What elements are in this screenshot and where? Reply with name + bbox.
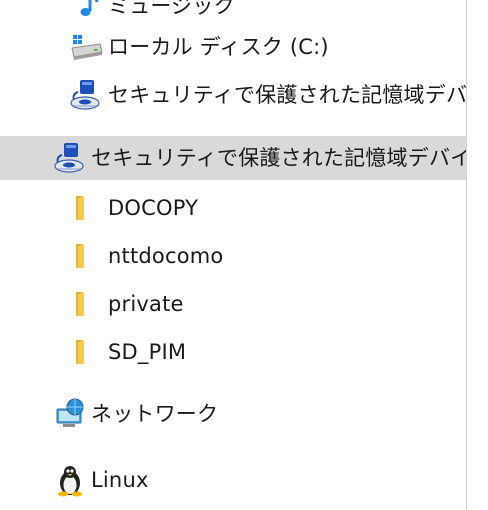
nav-item-secure-storage-selected[interactable]: セキュリティで保護された記憶域デバイス [0,136,466,180]
nav-item-label: Linux [91,468,149,492]
secure-storage-icon [68,78,102,112]
nav-item-label: ネットワーク [91,402,219,426]
nav-item-music[interactable]: ミュージック [0,0,466,28]
nav-item-label: セキュリティで保護された記憶域デバイス [91,146,466,170]
pane-divider [466,0,467,510]
nav-item-folder-sd-pim[interactable]: SD_PIM [0,330,466,374]
nav-item-local-disk[interactable]: ローカル ディスク (C:) [0,25,466,69]
nav-item-network[interactable]: ネットワーク [0,392,466,436]
folder-icon [68,191,102,225]
nav-item-label: セキュリティで保護された記憶域デバイス [108,83,466,107]
drive-icon [70,30,104,64]
nav-item-label: DOCOPY [108,196,199,220]
folder-icon [68,335,102,369]
nav-item-secure-storage[interactable]: セキュリティで保護された記憶域デバイス [0,73,466,117]
music-icon [70,0,104,23]
nav-item-label: ミュージック [108,0,235,18]
navigation-pane: ミュージック ローカル ディスク (C:) セキュリティで保護された記憶域デバ … [0,0,488,510]
nav-item-folder-private[interactable]: private [0,282,466,326]
linux-icon [53,463,87,497]
folder-icon [68,287,102,321]
nav-item-label: private [108,292,184,316]
folder-icon [68,239,102,273]
nav-item-label: SD_PIM [108,340,187,364]
nav-item-folder-nttdocomo[interactable]: nttdocomo [0,234,466,278]
secure-storage-icon [52,141,86,175]
network-icon [53,397,87,431]
nav-item-label: ローカル ディスク (C:) [108,35,329,59]
nav-item-linux[interactable]: Linux [0,458,466,502]
nav-item-folder-docopy[interactable]: DOCOPY [0,186,466,230]
nav-item-label: nttdocomo [108,244,224,268]
